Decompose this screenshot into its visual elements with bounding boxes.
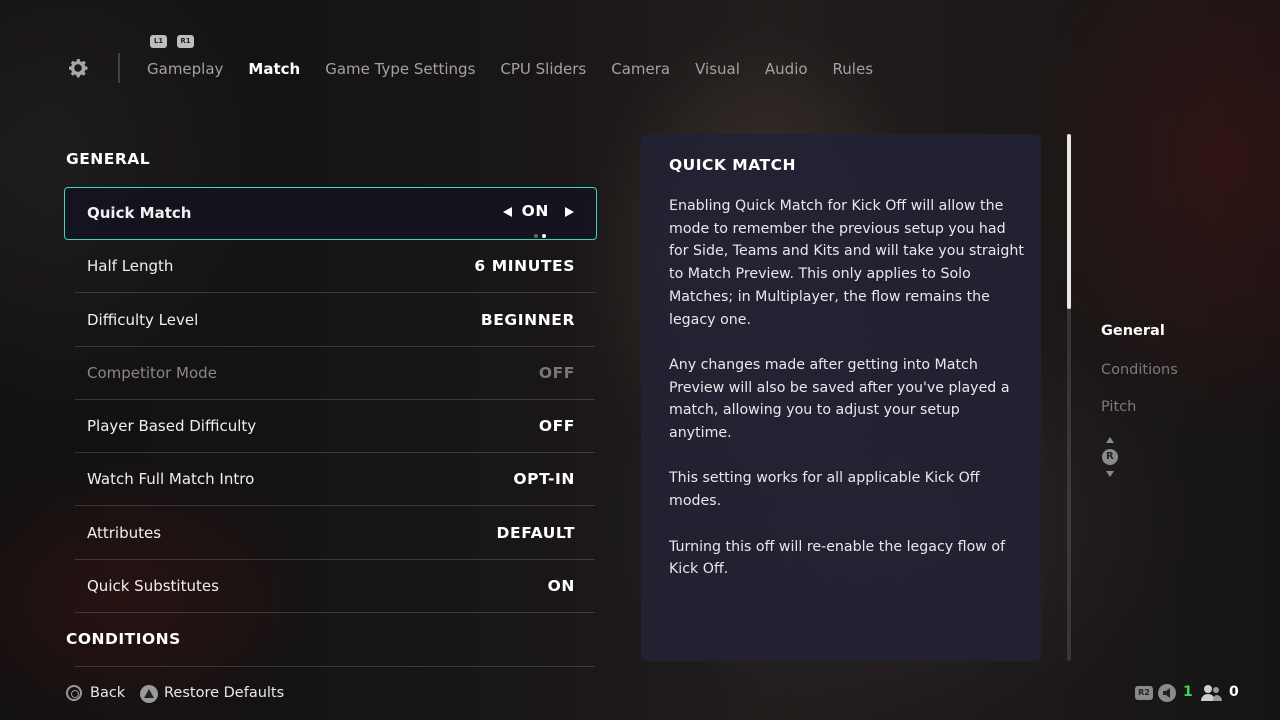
setting-row-attributes[interactable]: Attributes DEFAULT [75,507,595,560]
setting-label: Quick Match [87,204,192,222]
setting-label: Watch Full Match Intro [87,470,255,488]
setting-value: ON [521,202,549,220]
setting-row-watch-full-match-intro[interactable]: Watch Full Match Intro OPT-IN [75,453,595,506]
restore-defaults-label: Restore Defaults [164,685,285,701]
description-paragraph: Turning this off will re-enable the lega… [669,538,1006,578]
tab-visual[interactable]: Visual [695,58,740,80]
description-body: Enabling Quick Match for Kick Off will a… [669,195,1024,604]
arrow-left-icon[interactable] [503,207,512,217]
circle-button-icon [66,685,82,701]
players-count: 0 [1229,684,1239,700]
tab-match[interactable]: Match [248,58,300,80]
setting-label: Difficulty Level [87,311,199,329]
tab-camera[interactable]: Camera [611,58,670,80]
right-stick-label: R [1106,451,1114,462]
setting-value: 6 MINUTES [474,257,575,275]
quick-nav-conditions[interactable]: Conditions [1101,362,1178,378]
setting-row-difficulty-level[interactable]: Difficulty Level BEGINNER [75,294,595,347]
speaker-icon [1158,684,1176,702]
back-label: Back [90,685,126,701]
setting-label: Quick Substitutes [87,577,219,595]
arrow-right-icon[interactable] [565,207,574,217]
settings-tabs: Gameplay Match Game Type Settings CPU Slide… [147,58,892,84]
top-nav: L1 R1 Gameplay Match Game Type Settings CPU… [0,0,1280,110]
setting-row-half-length[interactable]: Half Length 6 MINUTES [75,240,595,293]
quick-nav-pitch[interactable]: Pitch [1101,399,1136,415]
nav-divider [118,53,120,83]
description-panel: QUICK MATCH Enabling Quick Match for Kic… [641,134,1041,661]
section-divider [75,666,595,667]
section-title-conditions: CONDITIONS [66,630,181,648]
triangle-button-icon [140,685,158,703]
players-icon [1201,685,1222,701]
setting-value: OFF [538,364,575,382]
r1-button-icon: R1 [177,35,194,48]
setting-row-player-based-difficulty[interactable]: Player Based Difficulty OFF [75,400,595,453]
section-title-general: GENERAL [66,150,151,168]
setting-label: Attributes [87,524,162,542]
tab-cpu-sliders[interactable]: CPU Sliders [500,58,586,80]
setting-label: Half Length [87,257,174,275]
description-title: QUICK MATCH [669,156,796,174]
setting-label: Player Based Difficulty [87,417,257,435]
scrollbar[interactable] [1067,134,1071,661]
description-paragraph: Enabling Quick Match for Kick Off will a… [669,198,1024,328]
gear-icon[interactable] [66,56,90,80]
tab-rules[interactable]: Rules [833,58,873,80]
l1-button-icon: L1 [150,35,167,48]
setting-value: ON [547,577,575,595]
setting-value: OFF [538,417,575,435]
r2-button-icon: R2 [1135,686,1153,700]
description-paragraph: This setting works for all applicable Ki… [669,470,980,510]
setting-value: DEFAULT [496,524,575,542]
quick-nav-general[interactable]: General [1101,323,1165,339]
scrollbar-thumb[interactable] [1067,134,1071,309]
tab-audio[interactable]: Audio [765,58,808,80]
tab-gameplay[interactable]: Gameplay [147,58,223,80]
setting-row-quick-substitutes[interactable]: Quick Substitutes ON [75,560,595,613]
setting-row-competitor-mode[interactable]: Competitor Mode OFF [75,347,595,400]
setting-label: Competitor Mode [87,364,217,382]
setting-value: OPT-IN [513,470,575,488]
setting-row-quick-match[interactable]: Quick Match ON [64,187,597,240]
voice-count: 1 [1183,684,1193,700]
tab-game-type-settings[interactable]: Game Type Settings [325,58,475,80]
description-paragraph: Any changes made after getting into Matc… [669,356,1010,442]
setting-value: BEGINNER [480,311,575,329]
